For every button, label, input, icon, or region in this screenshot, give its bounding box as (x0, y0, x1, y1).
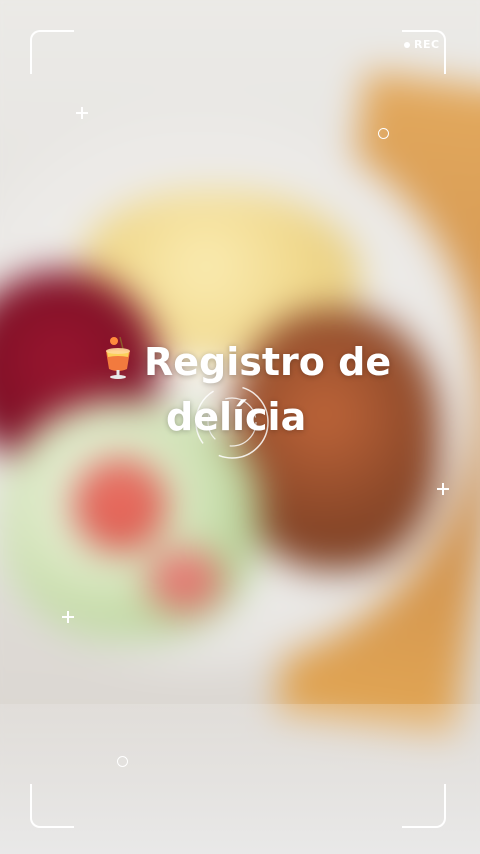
caption: Registro de delícia (100, 335, 430, 445)
rec-label: REC (414, 38, 440, 51)
viewfinder-corner-top-right (402, 30, 446, 74)
rec-dot-icon (404, 41, 410, 48)
tropical-drink-icon (100, 335, 136, 381)
viewfinder-corner-top-left (30, 30, 74, 74)
viewfinder-corner-bottom-left (30, 784, 74, 828)
viewfinder-corner-bottom-right (402, 784, 446, 828)
caption-line-1: Registro de (144, 340, 392, 384)
rec-indicator: REC (404, 38, 440, 51)
plus-marker-icon (62, 611, 74, 623)
circle-marker-icon (117, 756, 128, 767)
plus-marker-icon (437, 483, 449, 495)
circle-marker-icon (378, 128, 389, 139)
caption-line-2: delícia (166, 395, 307, 439)
plus-marker-icon (76, 107, 88, 119)
